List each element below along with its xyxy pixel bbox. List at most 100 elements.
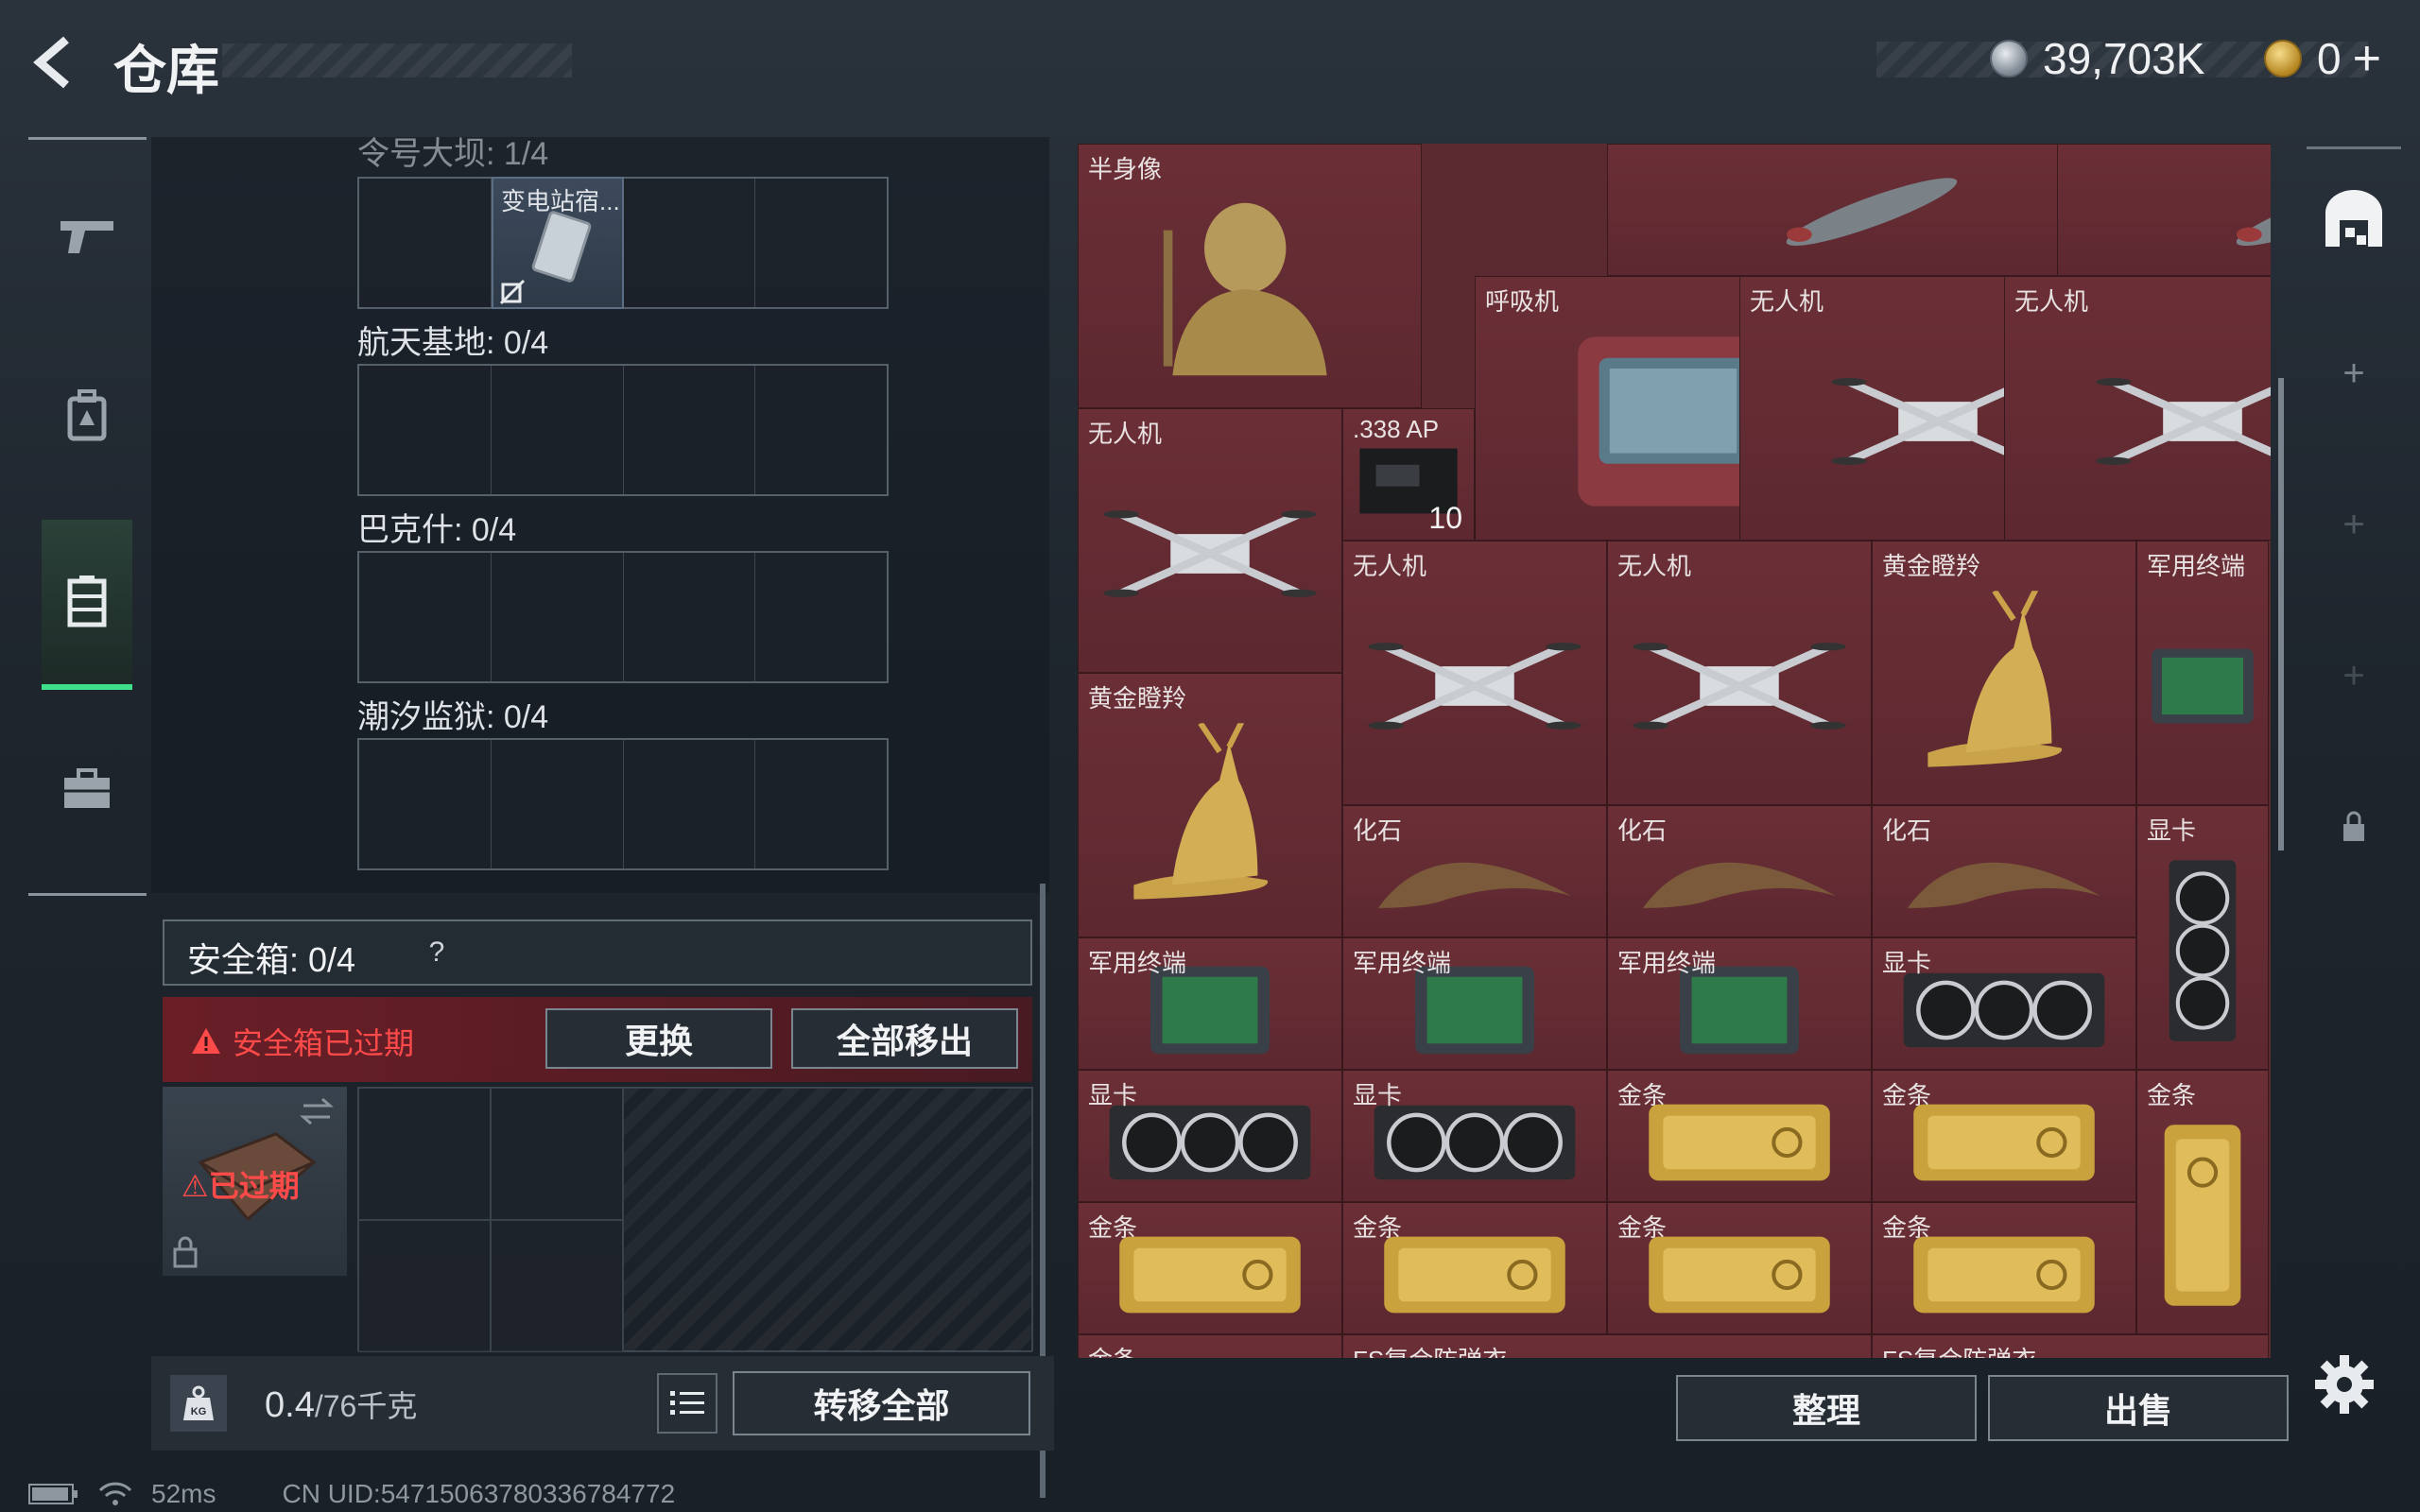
slot[interactable] xyxy=(491,740,624,868)
weight-capacity: /76千克 xyxy=(314,1389,418,1423)
gun-icon xyxy=(60,221,113,253)
stash-item-gpu1[interactable]: 显卡 xyxy=(2136,805,2269,1070)
sidebar-item-gear[interactable] xyxy=(42,331,132,501)
slot[interactable] xyxy=(359,740,492,868)
item-label: 呼吸机 xyxy=(1485,287,1560,316)
category-list[interactable]: 令号大坝: 1/4 变电站宿... 航天基地: 0/4 巴克什: 0/4 潮汐监… xyxy=(151,137,1049,893)
add-page-icon[interactable]: + xyxy=(2316,638,2392,713)
lock-icon[interactable] xyxy=(2316,789,2392,865)
sidebar-item-storage[interactable] xyxy=(42,520,132,690)
safebox-slot[interactable] xyxy=(358,1088,491,1220)
stash-item-term1[interactable]: 军用终端 xyxy=(2136,541,2269,805)
slot[interactable] xyxy=(359,179,492,307)
stash-item-deer2[interactable]: 黄金瞪羚 xyxy=(1078,673,1342,937)
item-label: 显卡 xyxy=(1088,1081,1138,1109)
stash-item-gold7[interactable]: 金条 xyxy=(1872,1202,2136,1334)
back-icon[interactable] xyxy=(26,34,83,91)
stash-item-fossil1[interactable]: 化石 xyxy=(1342,805,1607,937)
silver-coin-icon xyxy=(1990,40,2028,77)
stash-item-fossil2[interactable]: 化石 xyxy=(1607,805,1872,937)
add-page-icon[interactable]: + xyxy=(2316,487,2392,562)
item-label: .338 AP xyxy=(1353,415,1440,443)
settings-gear-icon[interactable] xyxy=(2311,1351,2377,1418)
slot[interactable] xyxy=(491,553,624,681)
slot[interactable] xyxy=(623,179,756,307)
stash-item-gpu2[interactable]: 显卡 xyxy=(1872,937,2136,1070)
expired-tag-label: 已过期 xyxy=(208,1169,300,1203)
ping: 52ms xyxy=(151,1479,216,1508)
stash-item-drone4[interactable]: 无人机 xyxy=(1342,541,1607,805)
slot[interactable] xyxy=(755,179,887,307)
slot[interactable] xyxy=(623,740,756,868)
stash-page-main[interactable] xyxy=(2316,180,2392,255)
sidebar-item-weapons[interactable] xyxy=(42,151,132,321)
slot-item-substation-key[interactable]: 变电站宿... xyxy=(492,177,624,309)
swap-icon xyxy=(300,1097,334,1125)
gold-currency[interactable]: 0 + xyxy=(2264,30,2381,87)
transfer-all-button[interactable]: 转移全部 xyxy=(733,1371,1030,1435)
stash-item-gold2[interactable]: 金条 xyxy=(1872,1070,2136,1202)
slot[interactable] xyxy=(359,366,492,494)
stash-item-gold8[interactable]: 金条 xyxy=(1078,1334,1342,1358)
replace-button[interactable]: 更换 xyxy=(545,1008,772,1069)
item-label: 军用终端 xyxy=(1617,949,1717,977)
weight-readout: 0.4/76千克 xyxy=(265,1383,417,1426)
remove-all-button[interactable]: 全部移出 xyxy=(791,1008,1018,1069)
item-label: 无人机 xyxy=(1353,552,1427,580)
stash-item-term2[interactable]: 军用终端 xyxy=(1078,937,1342,1070)
stash-item-ammo[interactable]: .338 AP 10 xyxy=(1342,408,1475,541)
left-panel: 令号大坝: 1/4 变电站宿... 航天基地: 0/4 巴克什: 0/4 潮汐监… xyxy=(151,137,1059,1498)
keycard-icon xyxy=(531,211,592,283)
battery-icon xyxy=(28,1484,78,1504)
help-icon[interactable]: ? xyxy=(415,931,458,974)
slot[interactable] xyxy=(755,740,887,868)
item-label: 无人机 xyxy=(1617,552,1692,580)
safebox-slot[interactable] xyxy=(491,1088,623,1220)
status-bar: 52ms CN UID:54715063780336784772 xyxy=(28,1479,675,1509)
stash-item-gpu4[interactable]: 显卡 xyxy=(1342,1070,1607,1202)
stash-item-fossil3[interactable]: 化石 xyxy=(1872,805,2136,937)
category-label: 潮汐监狱: 0/4 xyxy=(357,699,549,735)
gold-coin-icon xyxy=(2264,40,2302,77)
stash-item-gpu3[interactable]: 显卡 xyxy=(1078,1070,1342,1202)
stash-item-drone3[interactable]: 无人机 xyxy=(1078,408,1342,673)
stash-item-bomb2[interactable] xyxy=(2057,144,2271,276)
safebox-slot[interactable] xyxy=(491,1220,623,1352)
stash-item-drone5[interactable]: 无人机 xyxy=(1607,541,1872,805)
unbound-icon xyxy=(499,279,526,305)
wifi-icon xyxy=(98,1482,132,1505)
slot[interactable] xyxy=(755,553,887,681)
stash-item-gold1[interactable]: 金条 xyxy=(1607,1070,1872,1202)
add-page-icon[interactable]: + xyxy=(2316,335,2392,411)
stash-item-deer1[interactable]: 黄金瞪羚 xyxy=(1872,541,2136,805)
slot[interactable] xyxy=(623,366,756,494)
stash-item-bust[interactable]: 半身像 xyxy=(1078,144,1422,408)
slot[interactable] xyxy=(755,366,887,494)
stash-item-armor1[interactable]: FS复合防弹衣 xyxy=(1342,1334,1872,1358)
slot[interactable] xyxy=(359,553,492,681)
item-label: 黄金瞪羚 xyxy=(1882,552,1981,580)
item-label: 无人机 xyxy=(1750,287,1824,316)
safebox-expired-banner: 安全箱已过期 更换 全部移出 xyxy=(163,997,1032,1082)
safebox-slot[interactable] xyxy=(358,1220,491,1352)
sort-button[interactable]: 整理 xyxy=(1676,1375,1977,1441)
stash-item-gold5[interactable]: 金条 xyxy=(1342,1202,1607,1334)
stash-item-gold4[interactable]: 金条 xyxy=(1078,1202,1342,1334)
stash-scrollbar[interactable] xyxy=(2278,378,2284,850)
sell-button[interactable]: 出售 xyxy=(1988,1375,2289,1441)
slot[interactable] xyxy=(623,553,756,681)
stash-item-gold6[interactable]: 金条 xyxy=(1607,1202,1872,1334)
item-label: 显卡 xyxy=(1882,949,1932,977)
add-gold-icon[interactable]: + xyxy=(2353,30,2381,87)
stash-item-armor2[interactable]: FS复合防弹衣 xyxy=(1872,1334,2269,1358)
stash-item-term4[interactable]: 军用终端 xyxy=(1607,937,1872,1070)
category-label: 航天基地: 0/4 xyxy=(357,325,549,361)
stash-item-term3[interactable]: 军用终端 xyxy=(1342,937,1607,1070)
stash-item-gold3[interactable]: 金条 xyxy=(2136,1070,2269,1334)
sidebar-item-briefcase[interactable] xyxy=(42,704,132,874)
stash-item-drone2[interactable]: 无人机 xyxy=(2004,276,2271,541)
safebox-item[interactable]: ⚠已过期 xyxy=(163,1087,347,1276)
list-icon[interactable] xyxy=(657,1373,717,1434)
slot[interactable] xyxy=(491,366,624,494)
item-label: 无人机 xyxy=(2014,287,2089,316)
